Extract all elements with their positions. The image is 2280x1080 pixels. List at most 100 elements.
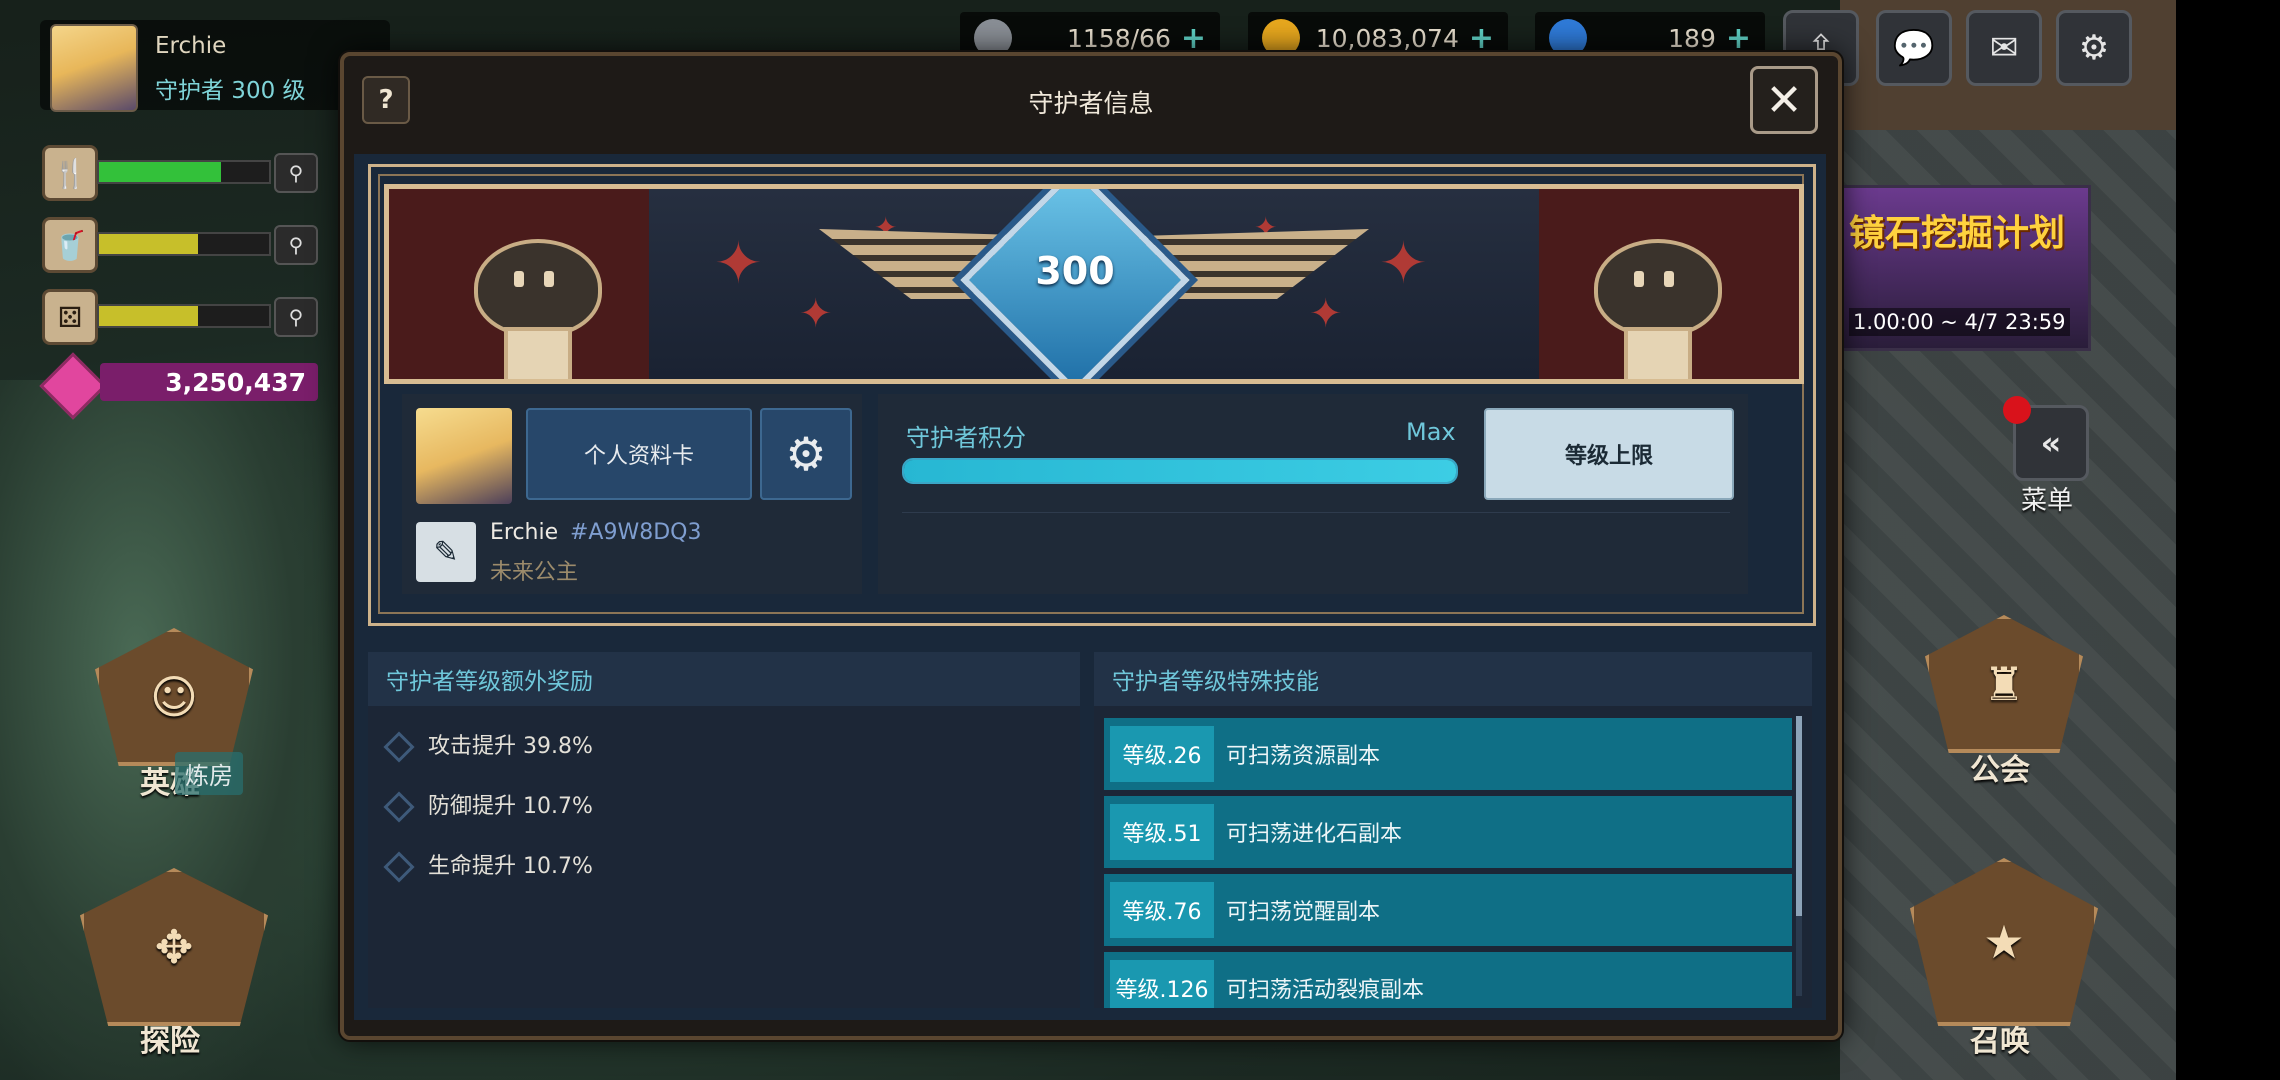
envelope-icon: ✉	[1989, 28, 2019, 68]
play-search-button[interactable]: ⚲	[274, 297, 318, 337]
skill-text: 可扫荡觉醒副本	[1226, 900, 1381, 925]
skill-row: 等级.51 可扫荡进化石副本	[1104, 796, 1792, 868]
event-banner[interactable]: 镜石挖掘计划 1.00:00 ~ 4/7 23:59	[1840, 185, 2091, 351]
profile-id: #A9W8DQ3	[570, 520, 702, 545]
bonus-panel: 守护者等级额外奖励 攻击提升 39.8% 防御提升 10.7% 生命提升 10.…	[368, 652, 1080, 1008]
skill-row: 等级.26 可扫荡资源副本	[1104, 718, 1792, 790]
fork-knife-icon: 🍴	[42, 145, 98, 201]
points-progress-fill	[904, 460, 1456, 482]
gold-value: 10,083,074	[1315, 23, 1459, 53]
bonus-text: 攻击提升 39.8%	[428, 734, 593, 759]
explore-menu-button[interactable]: ✥ 探险	[80, 868, 268, 1060]
skill-level: 等级.76	[1110, 882, 1214, 938]
mascot-left-icon	[459, 219, 609, 379]
chat-bubble-icon: 💬	[1892, 28, 1936, 68]
bonus-text: 防御提升 10.7%	[428, 794, 593, 819]
profile-card-button[interactable]: 个人资料卡	[526, 408, 752, 500]
skill-text: 可扫荡资源副本	[1226, 744, 1381, 769]
star-icon: ✦	[799, 291, 833, 337]
crystal-value: 189	[1668, 23, 1716, 53]
castle-shield-icon: ♜	[1925, 615, 2083, 753]
guardian-points-card: 守护者积分 Max 等级上限	[878, 394, 1748, 594]
screen-letterbox	[2176, 0, 2280, 1080]
close-button[interactable]: ✕	[1750, 66, 1818, 134]
bonus-panel-header: 守护者等级额外奖励	[368, 652, 1080, 706]
bonus-item: 生命提升 10.7%	[383, 848, 593, 883]
add-gold-icon[interactable]: +	[1469, 21, 1494, 56]
points-max-label: Max	[1406, 418, 1456, 446]
player-level: 守护者 300 级	[155, 78, 306, 104]
drink-stat: 🥤 ⚲	[42, 217, 318, 273]
add-crystal-icon[interactable]: +	[1726, 21, 1751, 56]
gear-icon: ⚙	[2078, 28, 2110, 68]
bonus-item: 防御提升 10.7%	[383, 788, 593, 823]
points-label: 守护者积分	[906, 424, 1026, 452]
star-icon: ✦	[1379, 229, 1428, 297]
mascot-right-icon	[1579, 219, 1729, 379]
double-chevron-left-icon: «	[2040, 424, 2062, 462]
stamina-value: 1158/66	[1067, 23, 1171, 53]
mail-button[interactable]: ✉	[1966, 10, 2042, 86]
profile-card: 个人资料卡 ⚙ ✎ Erchie #A9W8DQ3 未来公主	[402, 394, 862, 594]
skill-level: 等级.26	[1110, 726, 1214, 782]
diamond-bullet-icon	[383, 731, 415, 763]
play-bar	[97, 304, 271, 328]
skill-text: 可扫荡活动裂痕副本	[1226, 978, 1425, 1003]
notification-dot	[2003, 396, 2031, 424]
skill-level: 等级.126	[1110, 960, 1214, 1008]
player-name: Erchie	[155, 33, 227, 59]
hero-emblem-icon: ☺	[95, 628, 253, 766]
workshop-label[interactable]: 炼房	[175, 752, 243, 795]
profile-settings-button[interactable]: ⚙	[760, 408, 852, 500]
guardian-info-dialog: ? 守护者信息 ✕ ✦ ✦ ✦ ✦ ✦ ✦ 300 个人资料卡 ⚙ ✎ Erch…	[340, 52, 1842, 1040]
close-icon: ✕	[1765, 74, 1803, 126]
add-stamina-icon[interactable]: +	[1181, 21, 1206, 56]
gear-icon: ⚙	[785, 427, 827, 481]
profile-title: 未来公主	[490, 560, 579, 585]
profile-avatar[interactable]	[416, 408, 512, 504]
drink-bar-fill	[99, 234, 198, 254]
profile-name: Erchie	[490, 520, 559, 545]
play-bar-fill	[99, 306, 198, 326]
player-avatar[interactable]	[50, 24, 138, 112]
skill-panel-header: 守护者等级特殊技能	[1094, 652, 1812, 706]
summon-box-icon: ★	[1910, 858, 2098, 1026]
dice-icon: ⚄	[42, 289, 98, 345]
food-search-button[interactable]: ⚲	[274, 153, 318, 193]
star-icon: ✦	[714, 229, 763, 297]
diamond-bullet-icon	[383, 851, 415, 883]
skill-scrollbar-thumb[interactable]	[1796, 716, 1802, 916]
settings-button[interactable]: ⚙	[2056, 10, 2132, 86]
level-banner: ✦ ✦ ✦ ✦ ✦ ✦ 300	[384, 184, 1804, 384]
points-progress-bar	[902, 458, 1458, 484]
level-cap-button[interactable]: 等级上限	[1484, 408, 1734, 500]
skill-level: 等级.51	[1110, 804, 1214, 860]
edit-name-button[interactable]: ✎	[416, 522, 476, 582]
bonus-item: 攻击提升 39.8%	[383, 728, 593, 763]
gem-counter[interactable]: 3,250,437	[39, 352, 318, 420]
drink-search-button[interactable]: ⚲	[274, 225, 318, 265]
star-icon: ✦	[1309, 291, 1343, 337]
dialog-body: ✦ ✦ ✦ ✦ ✦ ✦ 300 个人资料卡 ⚙ ✎ Erchie #A9W8DQ…	[354, 154, 1826, 1020]
skill-scrollbar[interactable]	[1796, 716, 1802, 996]
play-stat: ⚄ ⚲	[42, 289, 318, 345]
summon-menu-button[interactable]: ★ 召唤	[1910, 858, 2098, 1060]
divider	[902, 512, 1730, 513]
drink-bar	[97, 232, 271, 256]
dialog-title: 守护者信息	[1028, 89, 1154, 118]
gem-value: 3,250,437	[100, 363, 318, 401]
menu-label: 菜单	[2021, 486, 2074, 516]
guild-menu-button[interactable]: ♜ 公会	[1925, 615, 2083, 789]
pencil-icon: ✎	[433, 534, 459, 570]
skill-text: 可扫荡进化石副本	[1226, 822, 1403, 847]
cup-icon: 🥤	[42, 217, 98, 273]
level-number: 300	[1035, 249, 1115, 293]
food-bar-fill	[99, 162, 222, 182]
explore-emblem-icon: ✥	[80, 868, 268, 1026]
chat-button[interactable]: 💬	[1876, 10, 1952, 86]
food-stat: 🍴 ⚲	[42, 145, 318, 201]
skill-row: 等级.76 可扫荡觉醒副本	[1104, 874, 1792, 946]
event-title: 镜石挖掘计划	[1849, 213, 2066, 254]
bonus-text: 生命提升 10.7%	[428, 854, 593, 879]
skill-panel[interactable]: 守护者等级特殊技能 等级.26 可扫荡资源副本 等级.51 可扫荡进化石副本 等…	[1094, 652, 1812, 1008]
